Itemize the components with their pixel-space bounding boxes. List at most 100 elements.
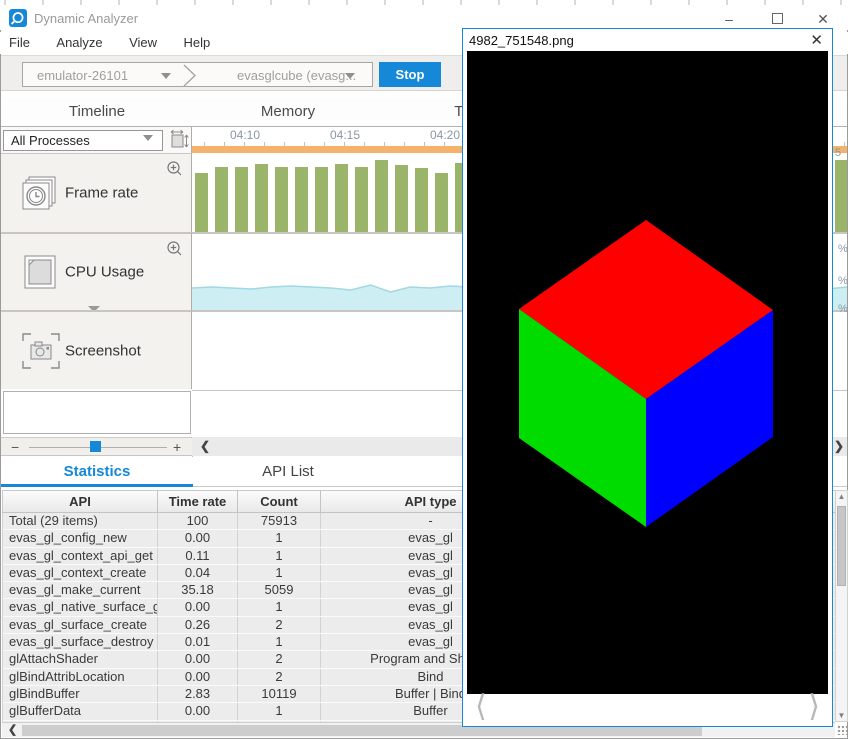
table-cell: 1 [238,634,321,650]
table-cell: evas_gl_context_create [3,565,158,581]
scroll-up-icon[interactable]: ▲ [836,492,847,501]
tab-timeline[interactable]: Timeline [1,97,193,127]
frame-rate-bar [435,173,448,232]
tab-statistics[interactable]: Statistics [1,457,193,487]
table-vscrollbar[interactable]: ▲ ▼ [835,490,848,722]
table-cell: 0.26 [158,617,238,633]
table-cell: glBindAttribLocation [3,669,158,685]
frame-rate-row-header[interactable]: Frame rate [1,154,192,232]
table-cell: evas_gl_surface_create [3,617,158,633]
breadcrumb-separator-icon [181,64,203,87]
screenshot-icon [21,332,61,370]
previous-image-icon[interactable]: ⟨ [475,689,487,724]
zoom-slider-handle[interactable] [90,441,101,452]
table-cell: 0.04 [158,565,238,581]
scroll-left-icon[interactable]: ❮ [200,439,210,453]
axis-fragment: % [838,243,848,255]
cube-svg [467,51,828,694]
table-cell: 1 [238,703,321,719]
menu-view[interactable]: View [118,32,168,50]
table-cell: 2.83 [158,686,238,702]
tab-api-list[interactable]: API List [193,457,383,487]
zoom-in-button[interactable]: + [173,439,181,455]
frame-rate-bar [355,167,368,232]
application-dropdown[interactable]: evasglcube (evasg... [237,68,356,83]
table-cell: 10119 [238,686,321,702]
table-cell: evas_gl_config_new [3,530,158,546]
ruler-time-label: 04:10 [230,128,260,142]
frame-rate-bar [375,160,388,232]
frame-rate-label: Frame rate [65,185,138,202]
column-header-api[interactable]: API [3,491,158,512]
table-cell: 1 [238,530,321,546]
table-cell: 0.00 [158,651,238,667]
scroll-down-icon[interactable]: ▼ [836,711,847,720]
table-cell: evas_gl_make_current [3,582,158,598]
table-cell: 0.01 [158,634,238,650]
table-cell: glBufferData [3,703,158,719]
next-image-icon[interactable]: ⟩ [808,689,820,724]
vscroll-thumb[interactable] [837,506,846,586]
table-cell: 1 [238,599,321,615]
table-cell: evas_gl_context_api_get [3,548,158,564]
app-logo-icon [9,9,27,27]
frame-rate-bar [395,165,408,232]
chart-resize-icon[interactable] [169,129,191,152]
maximize-button[interactable] [762,9,792,29]
process-filter-select[interactable]: All Processes [3,130,163,151]
magnify-icon[interactable] [166,160,183,177]
magnify-icon[interactable] [166,240,183,257]
device-dropdown[interactable]: emulator-26101 [37,68,128,83]
axis-fragment: % [838,275,848,287]
table-cell: 0.00 [158,703,238,719]
column-header-count[interactable]: Count [238,491,321,512]
table-cell: 35.18 [158,582,238,598]
table-cell: 0.00 [158,530,238,546]
panel-empty-box [3,391,191,434]
screenshot-label: Screenshot [65,342,141,359]
frame-rate-bar [295,167,308,232]
frame-rate-bar [315,167,328,232]
frame-rate-bar [335,164,348,232]
table-cell: 2 [238,617,321,633]
tab-memory[interactable]: Memory [193,97,383,127]
scroll-right-icon[interactable]: ❯ [834,439,844,453]
menu-file[interactable]: File [0,32,41,50]
stop-button[interactable]: Stop [379,62,441,87]
table-cell: glAttachShader [3,651,158,667]
popup-title: 4982_751548.png [469,33,574,48]
frame-rate-bar [275,167,288,232]
chevron-down-icon [143,135,153,141]
scroll-left-icon[interactable]: ❮ [8,723,17,736]
axis-fragment: 5 [835,147,841,159]
column-header-time-rate[interactable]: Time rate [158,491,238,512]
minimize-button[interactable]: – [714,9,744,29]
table-cell: 0.00 [158,669,238,685]
axis-fragment: % [838,303,848,315]
table-cell: 1 [238,548,321,564]
menu-analyze[interactable]: Analyze [45,32,113,50]
table-cell: 0.00 [158,599,238,615]
frame-rate-bar [255,164,268,232]
table-cell: 0.11 [158,548,238,564]
frame-rate-bar [835,160,847,232]
cpu-usage-label: CPU Usage [65,264,144,281]
resize-grip-icon[interactable] [837,725,847,735]
cpu-usage-row-header[interactable]: CPU Usage [1,232,192,310]
chevron-down-icon[interactable] [161,73,171,79]
ruler-time-label: 04:15 [330,128,360,142]
popup-close-icon[interactable]: ✕ [810,31,823,49]
table-cell: glBindBuffer [3,686,158,702]
screenshot-image [467,51,828,694]
frame-rate-icon [21,175,59,211]
menu-help[interactable]: Help [173,32,222,50]
close-button[interactable]: ✕ [808,9,838,29]
screenshot-row-header[interactable]: Screenshot [1,310,192,389]
frame-rate-bar [235,167,248,232]
titlebar: Dynamic Analyzer – ✕ [0,5,848,30]
table-cell: 2 [238,669,321,685]
table-cell: 5059 [238,582,321,598]
zoom-out-button[interactable]: − [11,439,19,455]
cpu-usage-icon [21,253,59,291]
chevron-down-icon[interactable] [345,73,355,79]
